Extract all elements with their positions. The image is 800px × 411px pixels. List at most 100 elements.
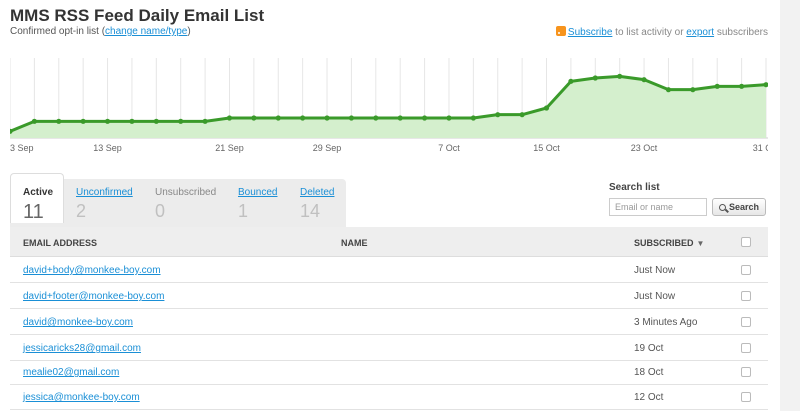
data-point xyxy=(56,118,62,124)
data-point xyxy=(202,118,208,124)
column-email-address[interactable]: EMAIL ADDRESS xyxy=(23,238,97,248)
subscriber-email-link[interactable]: jessicaricks28@gmail.com xyxy=(23,343,141,354)
subscribed-date: 12 Oct xyxy=(634,392,664,403)
subtitle-prefix: Confirmed opt-in list ( xyxy=(10,26,106,37)
data-point xyxy=(690,87,696,93)
data-point xyxy=(178,118,184,124)
sort-down-icon: ▼ xyxy=(696,239,705,248)
table-header: EMAIL ADDRESS NAME SUBSCRIBED ▼ xyxy=(10,227,768,257)
data-point xyxy=(31,118,37,124)
tab-active-label: Active xyxy=(23,187,54,198)
tab-bounced-count: 1 xyxy=(238,201,249,221)
tab-deleted-label[interactable]: Deleted xyxy=(300,187,334,198)
tab-unsubscribed-count: 0 xyxy=(155,201,166,221)
rss-icon xyxy=(555,26,566,36)
x-tick-label: 13 Sep xyxy=(93,143,122,153)
x-tick-label: 3 Sep xyxy=(10,143,34,153)
search-button-label: Search xyxy=(728,202,760,212)
data-point xyxy=(373,115,379,121)
search-input[interactable] xyxy=(609,198,707,216)
page-title: MMS RSS Feed Daily Email List xyxy=(10,6,265,25)
table-row: david@monkee-boy.com 3 Minutes Ago xyxy=(10,310,768,335)
data-point xyxy=(275,115,281,121)
data-point xyxy=(665,87,672,93)
search-icon xyxy=(718,203,726,211)
subscribed-date: 3 Minutes Ago xyxy=(634,317,698,328)
tab-active-count: 11 xyxy=(23,201,44,223)
change-name-type-link[interactable]: change name/type xyxy=(105,26,187,37)
status-tabs: Active 11 Unconfirmed 2 Unsubscribed 0 B… xyxy=(10,173,346,227)
tab-unsubscribed-label: Unsubscribed xyxy=(155,187,217,198)
tab-unconfirmed-count: 2 xyxy=(76,201,87,221)
data-point xyxy=(129,118,135,124)
data-point xyxy=(397,115,403,121)
row-checkbox[interactable] xyxy=(741,291,751,301)
x-tick-label: 29 Sep xyxy=(313,143,342,153)
subscribed-date: Just Now xyxy=(634,291,676,302)
tab-active[interactable]: Active 11 xyxy=(10,173,64,223)
subscriber-email-link[interactable]: david+footer@monkee-boy.com xyxy=(23,291,164,302)
data-point xyxy=(543,105,550,111)
subscribe-export-bar: Subscribe to list activity or export sub… xyxy=(555,26,768,38)
subscribed-date: Just Now xyxy=(634,265,676,276)
tab-unconfirmed-label[interactable]: Unconfirmed xyxy=(76,187,133,198)
row-checkbox[interactable] xyxy=(741,343,751,353)
activity-chart: 3 Sep 13 Sep 21 Sep 29 Sep 7 Oct 15 Oct 23 Oct… xyxy=(10,56,768,156)
table-row: jessica@monkee-boy.com 12 Oct xyxy=(10,385,768,410)
data-point xyxy=(470,115,476,121)
subscribe-link[interactable]: Subscribe xyxy=(568,27,612,38)
x-tick-label: 15 Oct xyxy=(533,143,560,153)
subscriber-email-link[interactable]: david+body@monkee-boy.com xyxy=(23,265,161,276)
column-subscribed-label: SUBSCRIBED xyxy=(634,238,694,248)
data-point xyxy=(348,115,355,121)
data-point xyxy=(153,118,159,124)
column-subscribed[interactable]: SUBSCRIBED ▼ xyxy=(634,238,704,248)
data-point xyxy=(641,77,647,83)
table-row: david+body@monkee-boy.com Just Now xyxy=(10,258,768,283)
data-point xyxy=(104,118,111,124)
export-link[interactable]: export xyxy=(686,27,714,38)
data-point xyxy=(617,73,623,79)
subscriber-email-link[interactable]: jessica@monkee-boy.com xyxy=(23,392,140,403)
data-point xyxy=(300,115,306,121)
x-tick-label: 23 Oct xyxy=(631,143,658,153)
subscribed-date: 19 Oct xyxy=(634,343,664,354)
search-button[interactable]: Search xyxy=(712,198,766,216)
x-tick-label: 31 Oct xyxy=(753,143,768,153)
row-checkbox[interactable] xyxy=(741,317,751,327)
x-tick-label: 21 Sep xyxy=(215,143,244,153)
column-name[interactable]: NAME xyxy=(341,238,368,248)
tab-deleted-count: 14 xyxy=(300,201,321,221)
data-point xyxy=(446,115,452,121)
data-point xyxy=(739,83,745,89)
row-checkbox[interactable] xyxy=(741,265,751,275)
table-row: jessicaricks28@gmail.com 19 Oct xyxy=(10,336,768,361)
list-type-subtitle: Confirmed opt-in list (change name/type) xyxy=(10,26,191,37)
table-row: mealie02@gmail.com 18 Oct xyxy=(10,360,768,385)
data-point xyxy=(251,115,257,121)
data-point xyxy=(226,115,233,121)
row-checkbox[interactable] xyxy=(741,367,751,377)
subtitle-suffix: ) xyxy=(187,26,191,37)
subscribe-mid-text: to list activity or xyxy=(612,27,687,38)
tab-bounced-label[interactable]: Bounced xyxy=(238,187,277,198)
data-point xyxy=(714,83,720,89)
select-all-checkbox[interactable] xyxy=(741,237,751,247)
data-point xyxy=(421,115,428,121)
x-tick-label: 7 Oct xyxy=(438,143,460,153)
series-area xyxy=(10,76,766,138)
data-point xyxy=(324,115,330,121)
activity-chart-svg: 3 Sep 13 Sep 21 Sep 29 Sep 7 Oct 15 Oct 23 Oct… xyxy=(10,58,768,153)
data-point xyxy=(495,112,501,118)
data-point xyxy=(592,75,598,81)
data-point xyxy=(519,112,525,118)
row-checkbox[interactable] xyxy=(741,392,751,402)
subscriber-email-link[interactable]: david@monkee-boy.com xyxy=(23,317,133,328)
search-list-label: Search list xyxy=(609,182,660,193)
subscribed-date: 18 Oct xyxy=(634,367,664,378)
export-end-text: subscribers xyxy=(714,27,768,38)
data-point xyxy=(80,118,86,124)
data-point xyxy=(568,78,574,84)
subscriber-email-link[interactable]: mealie02@gmail.com xyxy=(23,367,119,378)
window-edge xyxy=(780,0,800,411)
